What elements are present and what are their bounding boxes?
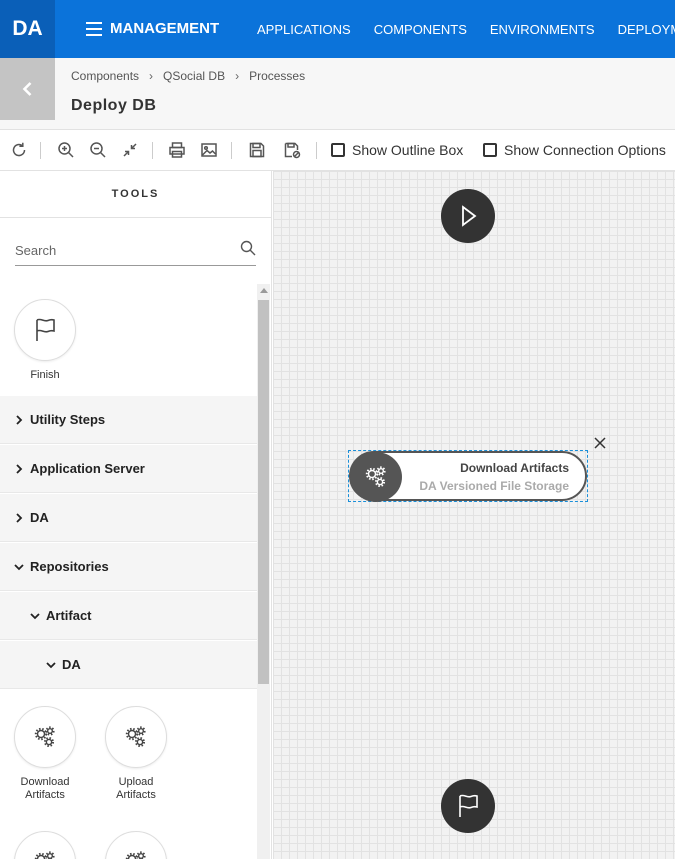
- play-icon: [462, 205, 477, 227]
- category-application-server[interactable]: Application Server: [0, 445, 257, 493]
- chevron-down-icon: [46, 661, 56, 668]
- tool-label: Download Artifacts: [20, 776, 70, 801]
- breadcrumb-qsocial-db[interactable]: QSocial DB: [163, 69, 225, 83]
- print-icon[interactable]: [168, 141, 186, 159]
- category-artifact[interactable]: Artifact: [0, 592, 257, 640]
- refresh-icon[interactable]: [10, 141, 28, 159]
- show-connection-options-checkbox[interactable]: Show Connection Options: [483, 142, 666, 158]
- category-label: Repositories: [30, 559, 109, 574]
- flag-icon: [459, 794, 478, 817]
- gears-icon: [365, 466, 386, 487]
- show-connection-label: Show Connection Options: [504, 142, 666, 158]
- tool-finish[interactable]: Finish: [13, 299, 77, 382]
- tool-item-partial[interactable]: [104, 831, 168, 859]
- app-logo[interactable]: DA: [0, 0, 55, 58]
- management-menu[interactable]: MANAGEMENT: [86, 20, 219, 37]
- chevron-down-icon: [14, 563, 24, 570]
- checkbox-icon[interactable]: [483, 143, 497, 157]
- category-label: Application Server: [30, 461, 145, 476]
- chevron-right-icon: [16, 463, 23, 474]
- step-subtitle: DA Versioned File Storage: [419, 479, 569, 493]
- gears-icon: [125, 851, 146, 859]
- page-header: Components › QSocial DB › Processes Depl…: [0, 58, 675, 130]
- nav-deployments[interactable]: DEPLOYMENTS: [618, 22, 675, 37]
- chevron-down-icon: [30, 612, 40, 619]
- category-label: Utility Steps: [30, 412, 106, 427]
- tool-download-artifacts[interactable]: Download Artifacts: [13, 706, 77, 802]
- chevron-right-icon: [16, 414, 23, 425]
- tool-upload-artifacts[interactable]: Upload Artifacts: [104, 706, 168, 802]
- search-input[interactable]: [15, 237, 235, 263]
- nav-applications[interactable]: APPLICATIONS: [257, 22, 351, 37]
- tools-title: TOOLS: [0, 171, 271, 218]
- tool-circle[interactable]: [105, 831, 167, 859]
- toolbar-divider: [152, 142, 153, 159]
- save-cancel-icon[interactable]: [283, 141, 301, 159]
- back-button[interactable]: [0, 58, 55, 120]
- tool-circle[interactable]: [14, 706, 76, 768]
- tool-circle[interactable]: [14, 831, 76, 859]
- scroll-thumb[interactable]: [258, 300, 269, 684]
- category-utility-steps[interactable]: Utility Steps: [0, 396, 257, 444]
- search-icon[interactable]: [240, 240, 256, 256]
- tool-circle[interactable]: [105, 706, 167, 768]
- tool-circle[interactable]: [14, 299, 76, 361]
- toolbar: Show Outline Box Show Connection Options: [0, 130, 675, 171]
- nav-items: APPLICATIONS COMPONENTS ENVIRONMENTS DEP…: [257, 22, 675, 37]
- chevron-left-icon: [22, 82, 31, 96]
- tool-label: Upload Artifacts: [116, 776, 156, 801]
- step-icon: [350, 452, 402, 502]
- show-outline-label: Show Outline Box: [352, 142, 464, 158]
- step-name: Download Artifacts: [460, 461, 569, 475]
- chevron-right-icon: ›: [149, 69, 154, 83]
- tool-item-partial[interactable]: [13, 831, 77, 859]
- category-da[interactable]: DA: [0, 494, 257, 542]
- close-icon[interactable]: [593, 436, 607, 450]
- hamburger-icon: [86, 21, 102, 36]
- save-icon[interactable]: [248, 141, 266, 159]
- checkbox-icon[interactable]: [331, 143, 345, 157]
- tools-panel: TOOLS Finish Utility Steps Application S…: [0, 171, 272, 859]
- zoom-in-icon[interactable]: [57, 141, 75, 159]
- toolbar-divider: [316, 142, 317, 159]
- chevron-right-icon: [16, 512, 23, 523]
- finish-node[interactable]: [441, 779, 495, 833]
- breadcrumb-processes[interactable]: Processes: [249, 69, 305, 83]
- toolbar-divider: [40, 142, 41, 159]
- category-repositories[interactable]: Repositories: [0, 543, 257, 591]
- image-icon[interactable]: [200, 141, 218, 159]
- category-label: DA: [30, 510, 49, 525]
- nav-environments[interactable]: ENVIRONMENTS: [490, 22, 595, 37]
- breadcrumb-components[interactable]: Components: [71, 69, 139, 83]
- category-label: DA: [62, 657, 81, 672]
- tool-finish-label: Finish: [30, 369, 60, 381]
- gears-icon: [34, 851, 55, 859]
- step-body[interactable]: Download Artifacts DA Versioned File Sto…: [349, 451, 587, 502]
- gears-icon: [125, 726, 146, 747]
- start-node[interactable]: [441, 189, 495, 243]
- tools-search: [15, 237, 256, 266]
- scroll-up-icon[interactable]: [260, 288, 268, 293]
- management-label: MANAGEMENT: [110, 20, 220, 37]
- zoom-out-icon[interactable]: [89, 141, 107, 159]
- page-title: Deploy DB: [71, 97, 157, 114]
- tools-scrollbar[interactable]: [257, 284, 270, 859]
- category-da-sub[interactable]: DA: [0, 641, 257, 689]
- category-label: Artifact: [46, 608, 92, 623]
- chevron-right-icon: ›: [235, 69, 240, 83]
- process-canvas[interactable]: Download Artifacts DA Versioned File Sto…: [273, 171, 675, 859]
- toolbar-divider: [231, 142, 232, 159]
- show-outline-checkbox[interactable]: Show Outline Box: [331, 142, 463, 158]
- flag-icon: [36, 318, 55, 341]
- breadcrumb: Components › QSocial DB › Processes: [71, 69, 305, 83]
- nav-components[interactable]: COMPONENTS: [374, 22, 467, 37]
- step-download-artifacts[interactable]: Download Artifacts DA Versioned File Sto…: [348, 437, 606, 502]
- top-nav: DA MANAGEMENT APPLICATIONS COMPONENTS EN…: [0, 0, 675, 58]
- gears-icon: [34, 726, 55, 747]
- fit-to-screen-icon[interactable]: [121, 141, 139, 159]
